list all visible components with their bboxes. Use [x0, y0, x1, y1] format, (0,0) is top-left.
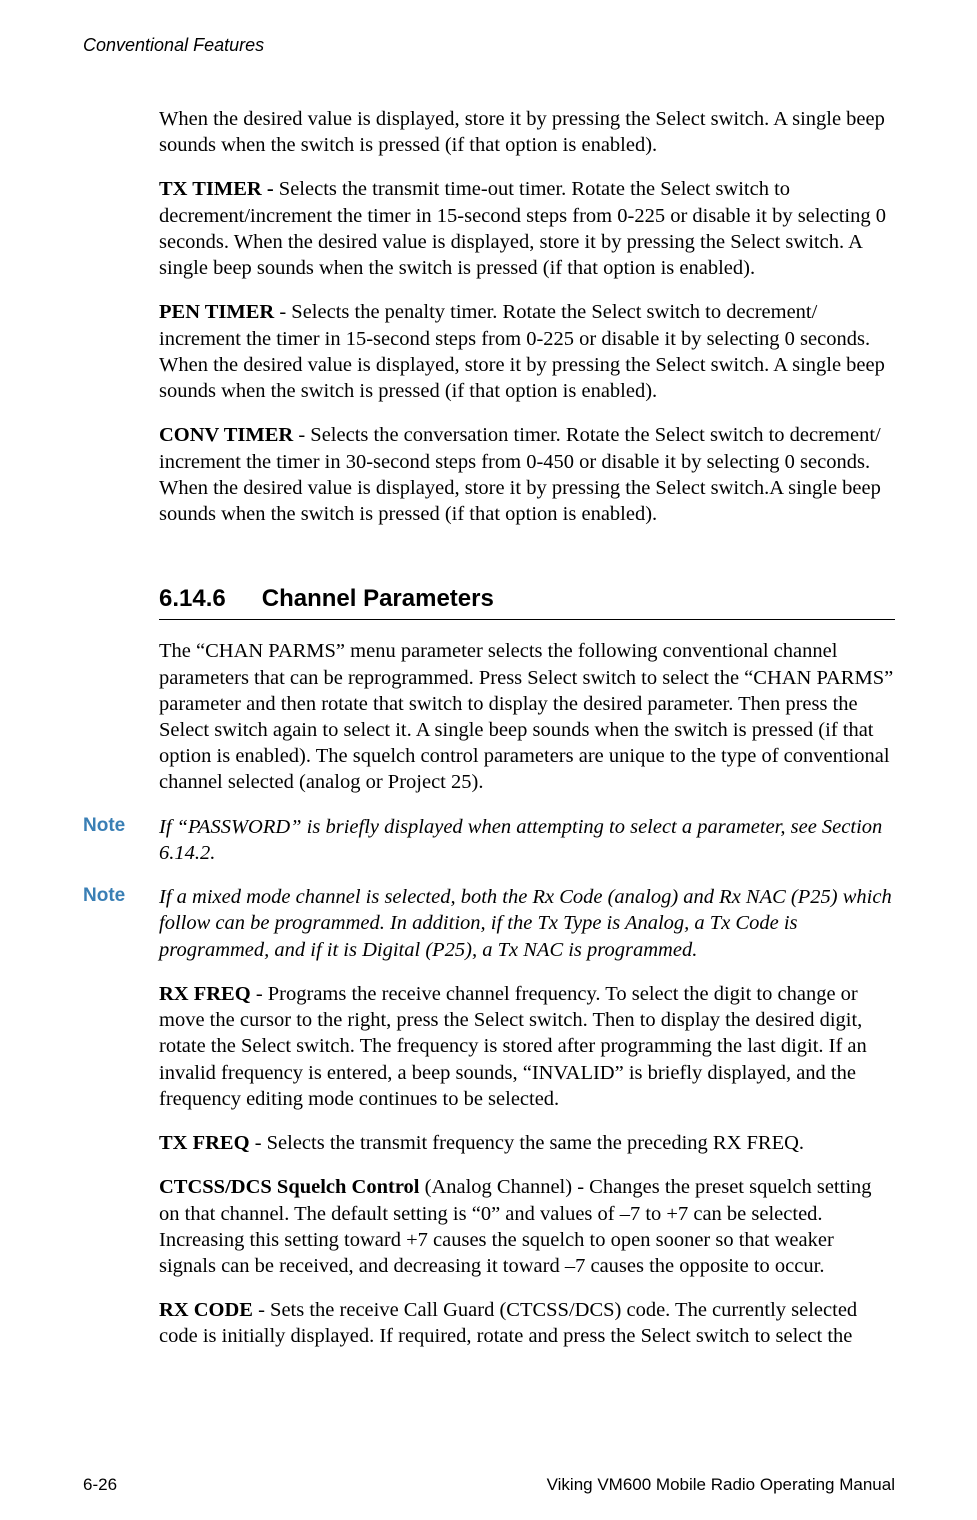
paragraph-tx-timer: TX TIMER - Selects the transmit time-out… — [159, 176, 895, 281]
text-rx-code: - Sets the receive Call Guard (CTCSS/DCS… — [159, 1299, 857, 1347]
text-rx-freq: - Programs the receive channel frequency… — [159, 983, 867, 1110]
note-row-2: Note If a mixed mode channel is selected… — [83, 884, 895, 963]
note-body-1: If “PASSWORD” is briefly displayed when … — [159, 814, 895, 866]
note-body-2: If a mixed mode channel is selected, bot… — [159, 884, 895, 963]
paragraph-ctcss: CTCSS/DCS Squelch Control (Analog Channe… — [159, 1174, 895, 1279]
paragraph-rx-freq: RX FREQ - Programs the receive channel f… — [159, 981, 895, 1112]
label-rx-code: RX CODE — [159, 1299, 253, 1321]
paragraph-conv-timer: CONV TIMER - Selects the conversation ti… — [159, 422, 895, 527]
label-pen-timer: PEN TIMER — [159, 301, 274, 323]
paragraph-rx-code: RX CODE - Sets the receive Call Guard (C… — [159, 1297, 895, 1349]
body-content: When the desired value is displayed, sto… — [159, 106, 895, 527]
running-head: Conventional Features — [83, 35, 895, 56]
note-label: Note — [83, 814, 159, 837]
label-ctcss: CTCSS/DCS Squelch Control — [159, 1176, 420, 1198]
note-row-1: Note If “PASSWORD” is briefly displayed … — [83, 814, 895, 866]
paragraph-chan-parms: The “CHAN PARMS” menu parameter selects … — [159, 638, 895, 795]
paragraph-intro: When the desired value is displayed, sto… — [159, 106, 895, 158]
paragraph-pen-timer: PEN TIMER - Selects the penalty timer. R… — [159, 299, 895, 404]
text-tx-freq: - Selects the transmit frequency the sam… — [250, 1132, 804, 1154]
section-number: 6.14.6 — [159, 585, 226, 613]
paragraph-tx-freq: TX FREQ - Selects the transmit frequency… — [159, 1130, 895, 1156]
doc-title: Viking VM600 Mobile Radio Operating Manu… — [547, 1475, 895, 1495]
page-number: 6-26 — [83, 1475, 117, 1495]
page: Conventional Features When the desired v… — [0, 0, 977, 1520]
section-rule — [159, 619, 895, 620]
footer: 6-26 Viking VM600 Mobile Radio Operating… — [83, 1475, 895, 1495]
label-tx-timer: TX TIMER - — [159, 178, 279, 200]
section-title: Channel Parameters — [262, 585, 494, 613]
label-tx-freq: TX FREQ — [159, 1132, 250, 1154]
body-content-2: The “CHAN PARMS” menu parameter selects … — [159, 638, 895, 795]
note-label: Note — [83, 884, 159, 907]
label-conv-timer: CONV TIMER — [159, 424, 293, 446]
body-content-3: RX FREQ - Programs the receive channel f… — [159, 981, 895, 1350]
label-rx-freq: RX FREQ — [159, 983, 251, 1005]
section-heading: 6.14.6 Channel Parameters — [159, 585, 895, 620]
